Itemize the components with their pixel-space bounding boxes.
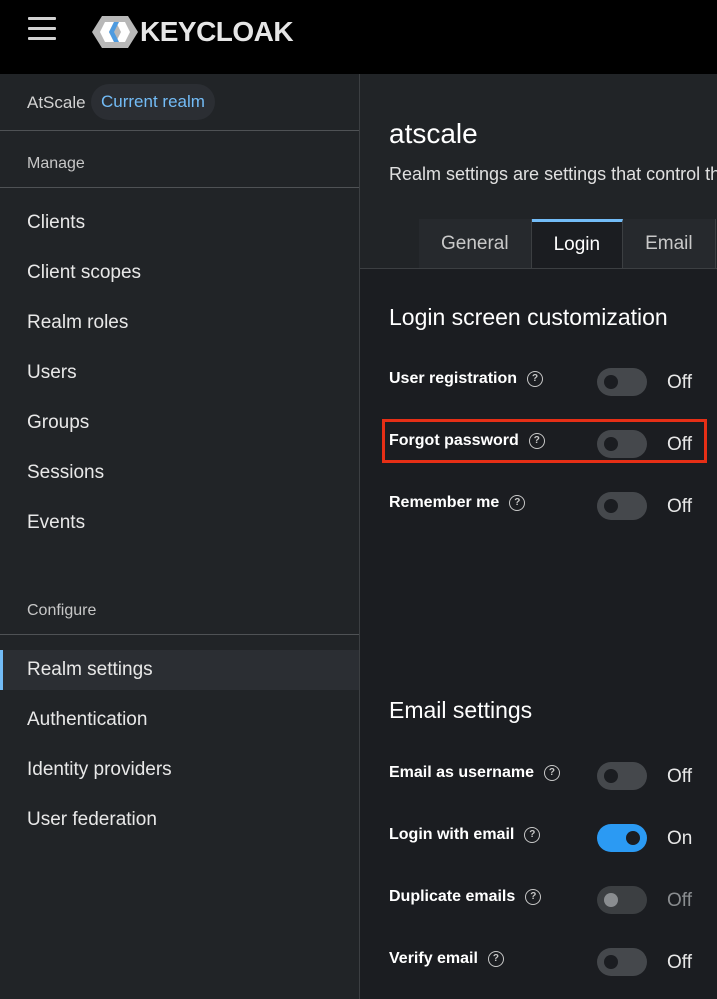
email-as-username-state: Off — [667, 766, 692, 787]
main-content: atscale Realm settings are settings that… — [360, 74, 717, 999]
sidebar-item-events[interactable]: Events — [0, 503, 359, 543]
sidebar-item-groups[interactable]: Groups — [0, 403, 359, 443]
remember-me-state: Off — [667, 496, 692, 517]
manage-section-title: Manage — [27, 155, 85, 172]
remember-me-switch[interactable] — [597, 492, 647, 520]
verify-email-label: Verify email? — [389, 950, 504, 968]
duplicate-emails-switch — [597, 886, 647, 914]
page-header: atscale Realm settings are settings that… — [360, 74, 717, 268]
page-title: atscale — [389, 118, 478, 149]
keycloak-logo-icon — [92, 16, 138, 48]
sidebar-item-realm-roles[interactable]: Realm roles — [0, 303, 359, 343]
sidebar-item-clients[interactable]: Clients — [0, 203, 359, 243]
remember-me-field: Remember me? Off — [389, 490, 717, 522]
help-icon[interactable]: ? — [525, 889, 542, 905]
help-icon[interactable]: ? — [487, 951, 504, 967]
highlight-annotation — [382, 419, 707, 463]
sidebar-item-users[interactable]: Users — [0, 353, 359, 393]
verify-email-state: Off — [667, 952, 692, 973]
login-with-email-switch[interactable] — [597, 824, 647, 852]
realm-settings-tabs: General Login Email — [419, 219, 716, 268]
sidebar-item-sessions[interactable]: Sessions — [0, 453, 359, 493]
tab-email[interactable]: Email — [623, 219, 716, 268]
masthead: KEYCLOAK — [0, 0, 717, 74]
sidebar-item-client-scopes[interactable]: Client scopes — [0, 253, 359, 293]
sidebar-nav: AtScale Current realm Manage Clients Cli… — [0, 74, 360, 999]
verify-email-switch[interactable] — [597, 948, 647, 976]
duplicate-emails-state: Off — [667, 890, 692, 911]
hamburger-menu-icon[interactable] — [28, 17, 56, 41]
duplicate-emails-field: Duplicate emails? Off — [389, 884, 717, 916]
keycloak-logo[interactable]: KEYCLOAK — [92, 14, 294, 50]
current-realm-badge: Current realm — [91, 84, 215, 120]
sidebar-item-user-federation[interactable]: User federation — [0, 800, 359, 840]
user-registration-switch[interactable] — [597, 368, 647, 396]
sidebar-item-identity-providers[interactable]: Identity providers — [0, 750, 359, 790]
user-registration-field: User registration? Off — [389, 366, 717, 398]
help-icon[interactable]: ? — [527, 371, 544, 387]
email-as-username-field: Email as username? Off — [389, 760, 717, 792]
manage-divider — [0, 187, 359, 188]
user-registration-label: User registration? — [389, 370, 544, 388]
email-settings-title: Email settings — [389, 697, 533, 723]
help-icon[interactable]: ? — [543, 765, 560, 781]
email-as-username-switch[interactable] — [597, 762, 647, 790]
login-with-email-state: On — [667, 828, 693, 849]
duplicate-emails-label: Duplicate emails? — [389, 888, 542, 906]
tab-login[interactable]: Login — [531, 219, 624, 268]
help-icon[interactable]: ? — [509, 495, 526, 511]
help-icon[interactable]: ? — [524, 827, 541, 843]
tab-general[interactable]: General — [419, 219, 532, 268]
tabs-divider — [360, 268, 717, 269]
verify-email-field: Verify email? Off — [389, 946, 717, 978]
configure-divider — [0, 634, 359, 635]
configure-section-title: Configure — [27, 602, 97, 619]
remember-me-label: Remember me? — [389, 494, 526, 512]
email-as-username-label: Email as username? — [389, 764, 560, 782]
login-with-email-field: Login with email? On — [389, 822, 717, 854]
keycloak-logo-text: KEYCLOAK — [140, 16, 294, 47]
user-registration-state: Off — [667, 372, 692, 393]
login-screen-customization-title: Login screen customization — [389, 304, 668, 330]
page-description: Realm settings are settings that control… — [389, 164, 717, 184]
realm-name: AtScale — [27, 93, 86, 112]
login-with-email-label: Login with email? — [389, 826, 541, 844]
sidebar-item-authentication[interactable]: Authentication — [0, 700, 359, 740]
sidebar-item-realm-settings[interactable]: Realm settings — [0, 650, 359, 690]
realm-selector[interactable]: AtScale Current realm — [0, 74, 359, 131]
